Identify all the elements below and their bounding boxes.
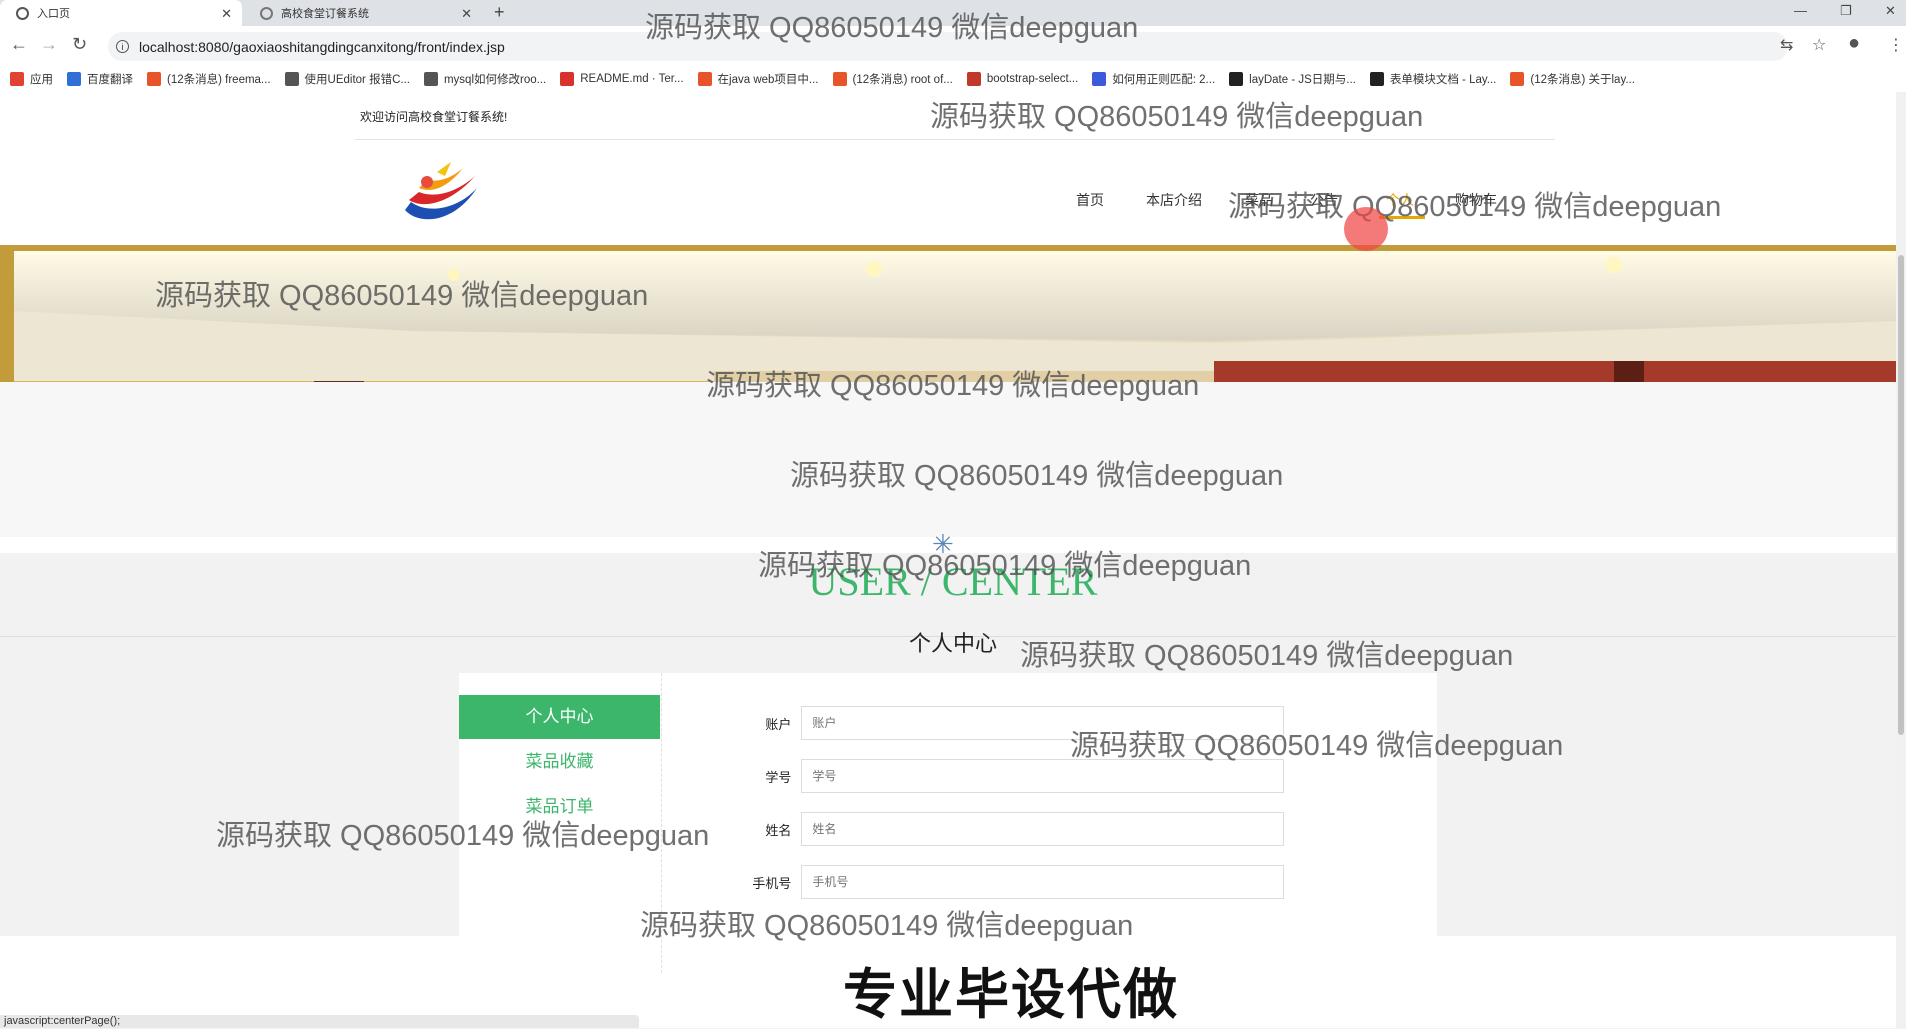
field-label: 账户 bbox=[765, 716, 792, 732]
nav-item[interactable]: 本店介绍 bbox=[1146, 190, 1202, 210]
bookmark-label: mysql如何修改roo... bbox=[443, 74, 547, 86]
bookmark-label: (12条消息) 关于lay... bbox=[1530, 74, 1635, 86]
bookmark-favicon-icon bbox=[284, 72, 299, 86]
bookmark-item[interactable]: 在java web项目中... bbox=[697, 71, 819, 87]
bookmark-item[interactable]: 如何用正则匹配: 2... bbox=[1092, 71, 1215, 87]
browser-tab[interactable]: 高校食堂订餐系统 ✕ bbox=[244, 0, 482, 26]
bookmark-favicon-icon bbox=[1510, 72, 1525, 86]
user-center-sidebar: 个人中心 菜品收藏 菜品订单 bbox=[459, 673, 662, 973]
nav-item[interactable]: 公告 bbox=[1310, 190, 1338, 210]
bookmark-label: bootstrap-select... bbox=[986, 73, 1079, 85]
bookmark-favicon-icon bbox=[1369, 72, 1384, 86]
browser-tab-active[interactable]: 入口页 ✕ bbox=[0, 0, 242, 26]
site-icon bbox=[260, 6, 273, 20]
bookmark-label: 在java web项目中... bbox=[717, 74, 819, 86]
field-label: 学号 bbox=[765, 769, 792, 785]
bookmark-favicon-icon bbox=[560, 72, 575, 86]
minimize-icon[interactable]: — bbox=[1794, 3, 1807, 18]
sidebar-item[interactable]: 个人中心 bbox=[459, 695, 660, 739]
field-label: 姓名 bbox=[765, 822, 792, 838]
bookmarks-bar: 应用 百度翻译 (12条消息) freema... 使用UEditor 报错C... m… bbox=[0, 66, 1906, 93]
menu-icon[interactable]: ⋮ bbox=[1888, 35, 1904, 55]
site-logo[interactable] bbox=[397, 158, 487, 228]
bookmark-item[interactable]: (12条消息) 关于lay... bbox=[1510, 71, 1635, 87]
bookmark-item[interactable]: 表单模块文档 - Lay... bbox=[1369, 71, 1497, 87]
restore-icon[interactable]: ❐ bbox=[1840, 3, 1852, 19]
bookmark-item[interactable]: bootstrap-select... bbox=[966, 72, 1079, 86]
bookmark-label: layDate - JS日期与... bbox=[1249, 74, 1356, 86]
form-field: 学号 bbox=[724, 758, 1284, 794]
form-field: 手机号 bbox=[724, 864, 1284, 900]
nav-item[interactable]: 首页 bbox=[1076, 190, 1104, 210]
new-tab-button[interactable]: + bbox=[494, 2, 505, 23]
bookmark-item[interactable]: (12条消息) freema... bbox=[147, 71, 271, 87]
mouse-cursor-highlight bbox=[1344, 207, 1388, 251]
user-center-title-en: USER / CENTER bbox=[808, 559, 1098, 604]
close-icon[interactable]: ✕ bbox=[221, 6, 232, 22]
bookmark-item[interactable]: 应用 bbox=[10, 71, 53, 87]
field-input[interactable] bbox=[801, 706, 1284, 740]
banner-caption-area bbox=[0, 382, 1906, 537]
bookmark-favicon-icon bbox=[697, 72, 712, 86]
field-input[interactable] bbox=[801, 812, 1284, 846]
translate-icon[interactable]: ⇆ bbox=[1780, 35, 1793, 55]
status-bar: javascript:centerPage(); bbox=[0, 1015, 639, 1028]
forward-icon[interactable]: → bbox=[40, 34, 58, 55]
bookmark-item[interactable]: 使用UEditor 报错C... bbox=[284, 71, 410, 87]
star-icon[interactable]: ☆ bbox=[1812, 35, 1826, 55]
close-icon[interactable]: ✕ bbox=[461, 6, 472, 22]
url-text: localhost:8080/gaoxiaoshitangdingcanxito… bbox=[139, 38, 505, 55]
promo-overlay-text: 专业毕设代做 bbox=[843, 965, 1179, 1025]
nav-item[interactable]: 菜品 bbox=[1245, 190, 1273, 210]
bookmark-item[interactable]: README.md · Ter... bbox=[560, 72, 684, 86]
bookmark-item[interactable]: layDate - JS日期与... bbox=[1229, 71, 1356, 87]
bookmark-item[interactable]: (12条消息) root of... bbox=[832, 71, 953, 87]
nav-item[interactable]: 购物车 bbox=[1455, 190, 1497, 210]
close-window-icon[interactable]: ✕ bbox=[1885, 3, 1896, 19]
form-field: 姓名 bbox=[724, 811, 1284, 847]
bookmark-favicon-icon bbox=[832, 72, 847, 86]
field-label: 手机号 bbox=[752, 875, 792, 891]
header-divider bbox=[355, 139, 1555, 140]
bookmark-label: 表单模块文档 - Lay... bbox=[1389, 74, 1497, 86]
bookmark-favicon-icon bbox=[10, 72, 24, 86]
browser-tab-strip: 入口页 ✕ 高校食堂订餐系统 ✕ + — ❐ ✕ bbox=[0, 0, 1906, 26]
sidebar-item[interactable]: 菜品收藏 bbox=[459, 740, 660, 784]
nav-active-underline bbox=[1379, 216, 1425, 219]
bookmark-favicon-icon bbox=[1229, 72, 1244, 86]
address-bar[interactable]: i localhost:8080/gaoxiaoshitangdingcanxi… bbox=[108, 32, 1788, 61]
bookmark-favicon-icon bbox=[423, 72, 438, 86]
info-icon[interactable]: i bbox=[116, 40, 129, 53]
welcome-text: 欢迎访问高校食堂订餐系统! bbox=[360, 110, 508, 124]
tab-title: 入口页 bbox=[37, 8, 70, 20]
field-input[interactable] bbox=[801, 759, 1284, 793]
back-icon[interactable]: ← bbox=[10, 34, 28, 55]
bookmark-favicon-icon bbox=[966, 72, 981, 86]
bookmark-item[interactable]: 百度翻译 bbox=[67, 71, 133, 87]
bookmark-favicon-icon bbox=[147, 72, 161, 86]
bookmark-favicon-icon bbox=[67, 72, 81, 86]
bookmark-favicon-icon bbox=[1092, 72, 1107, 86]
bookmark-label: 如何用正则匹配: 2... bbox=[1112, 74, 1216, 86]
form-field: 账户 bbox=[724, 705, 1284, 741]
browser-toolbar: ← → ↻ i localhost:8080/gaoxiaoshitangdin… bbox=[0, 26, 1906, 66]
profile-icon[interactable]: ● bbox=[1848, 32, 1860, 55]
bookmark-label: 百度翻译 bbox=[87, 74, 133, 86]
bookmark-label: 应用 bbox=[30, 74, 53, 86]
tab-title: 高校食堂订餐系统 bbox=[281, 8, 369, 20]
bookmark-item[interactable]: mysql如何修改roo... bbox=[423, 71, 547, 87]
user-center-title-cn: 个人中心 bbox=[908, 631, 997, 656]
user-center-panel: 个人中心菜品收藏菜品订单 账户学号姓名手机号 bbox=[459, 673, 1437, 973]
nav-item[interactable]: 个人 bbox=[1386, 190, 1414, 210]
bookmark-label: (12条消息) freema... bbox=[167, 74, 271, 86]
bookmark-label: README.md · Ter... bbox=[580, 73, 684, 85]
bookmark-label: 使用UEditor 报错C... bbox=[304, 74, 410, 86]
scrollbar-thumb[interactable] bbox=[1898, 255, 1904, 735]
sidebar-item[interactable]: 菜品订单 bbox=[459, 785, 660, 829]
field-input[interactable] bbox=[801, 865, 1284, 899]
reload-icon[interactable]: ↻ bbox=[72, 34, 87, 55]
bookmark-label: (12条消息) root of... bbox=[852, 74, 953, 86]
globe-icon bbox=[16, 6, 29, 20]
